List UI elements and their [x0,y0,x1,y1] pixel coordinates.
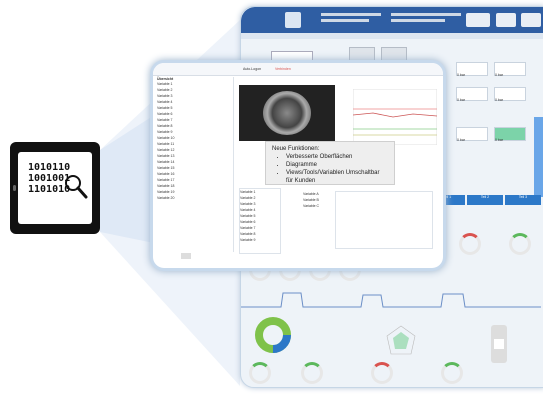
gauge [371,362,393,384]
gauge [249,362,271,384]
gauge [301,362,323,384]
feature-callout: Neue Funktionen: Verbesserte Oberflächen… [265,141,395,185]
header-button[interactable] [521,13,541,27]
status-cell: 0 bar [494,62,526,77]
toolbar-link[interactable]: Verbinden [275,67,291,71]
application-window: Auto-Logon Verbinden Übersicht Variable … [150,60,446,271]
toolbar-label: Auto-Logon [243,67,262,71]
tree-panel: Übersicht Variable 1 Variable 2 Variable 3… [157,77,234,252]
callout-bullet: Views/Tools/Variablen Umschaltbar für Ku… [286,169,388,185]
tablet-screen: 1010110 1001001 1101010 [18,152,92,224]
callout-bullet: Verbesserte Oberflächen [286,153,388,161]
status-cell: 0 bar [494,127,526,142]
product-image [491,325,507,363]
camera-image [239,85,335,141]
trend-chart [241,292,541,308]
gauge [509,233,531,255]
gauge [441,362,463,384]
callout-bullet: Diagramme [286,161,388,169]
header-button[interactable] [496,13,516,27]
status-cell: 0 bar [456,127,488,142]
radar-chart [386,325,416,355]
side-toolbar[interactable] [534,117,543,197]
status-cell: 0 bar [494,87,526,102]
logo-icon [285,12,301,28]
bottom-button[interactable]: Teil 2 [467,195,503,205]
list-panel: Variable 1 Variable 2 Variable 3 Variable 4… [239,188,281,254]
line-chart [353,89,437,145]
status-cell: 0 bar [456,62,488,77]
list-item[interactable]: Variable 9 [240,237,280,243]
list-item[interactable]: Variable 20 [157,195,233,201]
callout-title: Neue Funktionen: [272,146,320,152]
detail-panel [335,191,433,249]
tablet-device: 1010110 1001001 1101010 [10,142,100,234]
toolbar: Auto-Logon Verbinden [153,63,443,76]
magnifier-icon [65,175,88,199]
status-button[interactable] [181,253,191,259]
bottom-button[interactable]: Teil 3 [505,195,541,205]
tablet-camera [13,185,16,191]
header-button[interactable] [466,13,490,27]
dashboard-header [241,7,543,33]
donut-chart [255,317,291,353]
gauge [459,233,481,255]
status-cell: 0 bar [456,87,488,102]
